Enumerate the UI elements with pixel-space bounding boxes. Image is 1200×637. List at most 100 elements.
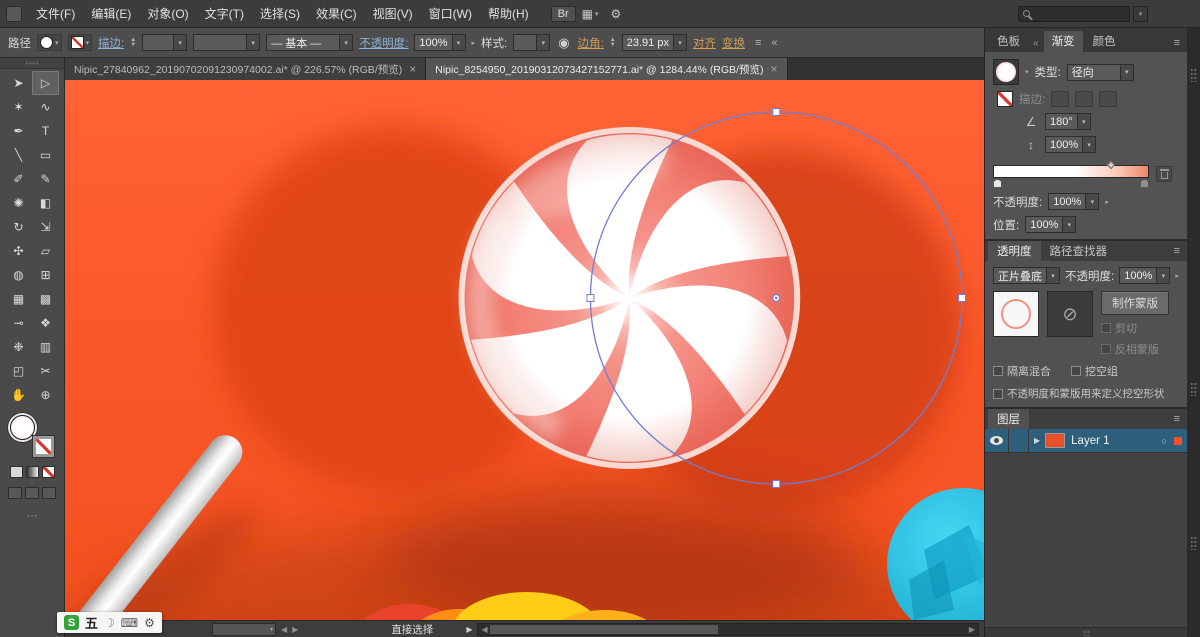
- menu-help[interactable]: 帮助(H): [480, 2, 537, 25]
- stroke-indicator[interactable]: [33, 436, 54, 457]
- magic-wand-tool[interactable]: ✶: [5, 95, 32, 119]
- gradient-tool[interactable]: ▩: [32, 287, 59, 311]
- opacity-mask-checkbox[interactable]: 不透明度和蒙版用来定义挖空形状: [993, 386, 1165, 401]
- menu-object[interactable]: 对象(O): [139, 2, 196, 25]
- panel-menu-icon[interactable]: ≡: [1174, 413, 1184, 425]
- clip-checkbox[interactable]: 剪切: [1101, 320, 1169, 336]
- direct-selection-tool[interactable]: ▷: [32, 71, 59, 95]
- align-link[interactable]: 对齐: [693, 35, 716, 51]
- scroll-right-icon[interactable]: ▶: [967, 625, 977, 634]
- color-button[interactable]: [9, 466, 23, 478]
- selection-tool[interactable]: ➤: [5, 71, 32, 95]
- dock-edge[interactable]: [1187, 28, 1200, 637]
- gradient-stop-end[interactable]: [1140, 179, 1149, 188]
- menu-window[interactable]: 窗口(W): [421, 2, 480, 25]
- paintbrush-tool[interactable]: ✐: [5, 167, 32, 191]
- lock-toggle[interactable]: [1009, 429, 1029, 452]
- gradient-ramp[interactable]: [993, 165, 1149, 178]
- invert-mask-checkbox[interactable]: 反相蒙版: [1101, 341, 1169, 357]
- variable-width-profile-combo[interactable]: — 基本 — ▾: [266, 34, 354, 51]
- anchor-left[interactable]: [586, 294, 595, 302]
- rectangle-tool[interactable]: ▭: [32, 143, 59, 167]
- dock-grip[interactable]: [1190, 536, 1197, 550]
- search-input[interactable]: [1018, 5, 1130, 22]
- tab-layers[interactable]: 图层: [988, 409, 1029, 429]
- lasso-tool[interactable]: ∿: [32, 95, 59, 119]
- scroll-left-icon[interactable]: ◀: [479, 625, 489, 634]
- visibility-toggle[interactable]: [985, 429, 1009, 452]
- blend-mode-select[interactable]: 正片叠底 ▾: [993, 267, 1060, 284]
- menu-type[interactable]: 文字(T): [197, 2, 252, 25]
- pencil-tool[interactable]: ✎: [32, 167, 59, 191]
- line-segment-tool[interactable]: ╲: [5, 143, 32, 167]
- rotate-tool[interactable]: ↻: [5, 215, 32, 239]
- panel-menu-icon[interactable]: ≡: [1174, 245, 1184, 257]
- ime-toolbar[interactable]: S 五 ☽ ⌨ ⚙: [57, 612, 162, 633]
- tab-swatches[interactable]: 色板: [989, 31, 1028, 52]
- toolbar-more-icon[interactable]: ⋯: [27, 509, 38, 522]
- gradient-stop-start[interactable]: [993, 179, 1002, 188]
- stroke-gradient-swatch[interactable]: [997, 91, 1013, 107]
- style-combo[interactable]: ▾: [513, 34, 551, 51]
- fill-indicator[interactable]: [10, 415, 35, 440]
- ime-mode[interactable]: 五: [85, 613, 98, 632]
- screen-mode-button[interactable]: [25, 487, 39, 499]
- object-thumbnail[interactable]: [993, 291, 1039, 337]
- opacity-link[interactable]: 不透明度:: [359, 35, 408, 51]
- menu-file[interactable]: 文件(F): [28, 2, 83, 25]
- make-mask-button[interactable]: 制作蒙版: [1101, 291, 1169, 315]
- expand-icon[interactable]: ▶: [1034, 436, 1040, 445]
- tab-pathfinder[interactable]: 路径查找器: [1041, 241, 1117, 261]
- collapse-panel-icon[interactable]: «: [1030, 38, 1042, 52]
- eyedropper-tool[interactable]: ⊸: [5, 311, 32, 335]
- brush-definition-combo[interactable]: ▾: [193, 34, 261, 51]
- arrange-documents-button[interactable]: ▦ ▾: [576, 5, 605, 23]
- hand-tool[interactable]: ✋: [5, 383, 32, 407]
- close-icon[interactable]: ×: [409, 63, 416, 75]
- search-options-button[interactable]: ▾: [1133, 5, 1148, 22]
- shape-builder-tool[interactable]: ◍: [5, 263, 32, 287]
- dock-grip[interactable]: [1190, 382, 1197, 396]
- free-transform-tool[interactable]: ▱: [32, 239, 59, 263]
- artboard-tool[interactable]: ◰: [5, 359, 32, 383]
- dock-grip[interactable]: [1190, 68, 1197, 82]
- menu-select[interactable]: 选择(S): [252, 2, 308, 25]
- isolate-blending-checkbox[interactable]: 隔离混合: [993, 363, 1051, 379]
- corner-link[interactable]: 边角:: [578, 35, 604, 51]
- corner-value-combo[interactable]: 23.91 px ▾: [621, 34, 687, 51]
- slice-tool[interactable]: ✂: [32, 359, 59, 383]
- stroke-width-combo[interactable]: ▾: [142, 34, 188, 51]
- workspace-button[interactable]: ⚙: [605, 5, 628, 23]
- transform-link[interactable]: 变换: [722, 35, 745, 51]
- eraser-tool[interactable]: ◧: [32, 191, 59, 215]
- zoom-combo[interactable]: ▾: [212, 622, 276, 636]
- moon-icon[interactable]: ☽: [104, 616, 115, 630]
- keyboard-icon[interactable]: ⌨: [121, 616, 138, 630]
- scale-tool[interactable]: ⇲: [32, 215, 59, 239]
- ime-logo[interactable]: S: [64, 615, 79, 630]
- target-icon[interactable]: ○: [1162, 436, 1167, 446]
- transparency-opacity-combo[interactable]: 100% ▾: [1119, 267, 1171, 284]
- tab-color[interactable]: 颜色: [1085, 31, 1124, 52]
- stop-opacity-combo[interactable]: 100% ▾: [1048, 193, 1100, 210]
- opacity-combo[interactable]: 100% ▾: [414, 34, 466, 51]
- blob-brush-tool[interactable]: ✺: [5, 191, 32, 215]
- next-artboard-icon[interactable]: ▶: [292, 625, 298, 634]
- prev-artboard-icon[interactable]: ◀: [281, 625, 287, 634]
- bridge-button[interactable]: Br: [550, 5, 576, 22]
- document-tab-active[interactable]: Nipic_8254950_20190312073427152771.ai* @…: [426, 58, 788, 80]
- mesh-tool[interactable]: ▦: [5, 287, 32, 311]
- close-icon[interactable]: ×: [770, 63, 777, 75]
- gradient-swatch[interactable]: [993, 59, 1019, 85]
- screen-mode-button[interactable]: [42, 487, 56, 499]
- layers-empty-area[interactable]: [985, 453, 1187, 627]
- panel-menu-icon[interactable]: ≡: [1171, 37, 1183, 52]
- anchor-right[interactable]: [958, 294, 967, 302]
- perspective-grid-tool[interactable]: ⊞: [32, 263, 59, 287]
- corner-stepper[interactable]: ▲ ▼: [610, 37, 616, 48]
- knockout-group-checkbox[interactable]: 挖空组: [1071, 363, 1118, 379]
- status-expand-icon[interactable]: ▶: [466, 625, 472, 634]
- stroke-width-stepper[interactable]: ▲ ▼: [130, 37, 136, 48]
- collapse-icon[interactable]: «: [771, 37, 777, 49]
- symbol-sprayer-tool[interactable]: ❉: [5, 335, 32, 359]
